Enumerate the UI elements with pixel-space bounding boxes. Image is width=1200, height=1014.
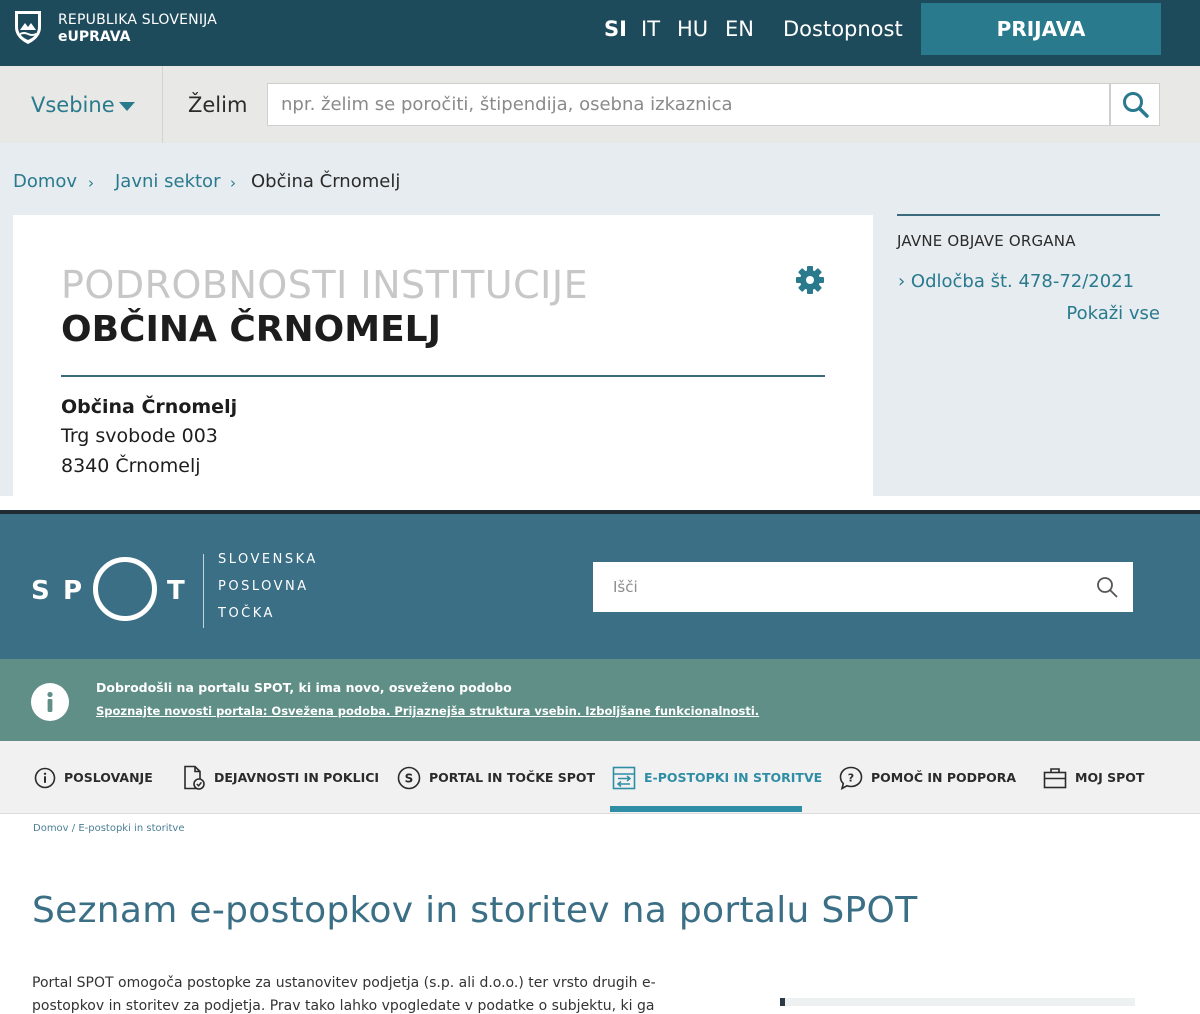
euprava-content: Domov › Javni sektor › Občina Črnomelj P… bbox=[0, 143, 1200, 496]
want-label: Želim bbox=[188, 93, 248, 117]
notice-banner: Dobrodošli na portalu SPOT, ki ima novo,… bbox=[0, 659, 1200, 741]
logo-tagline-3: TOČKA bbox=[218, 606, 275, 621]
breadcrumb-home-link[interactable]: Domov bbox=[13, 171, 77, 192]
language-it-link[interactable]: IT bbox=[641, 17, 660, 41]
contents-menu-button[interactable]: Vsebine bbox=[0, 66, 163, 143]
logo-letter-s: S bbox=[31, 576, 51, 606]
gear-icon[interactable] bbox=[794, 264, 826, 300]
nav-e-postopki[interactable]: E-POSTOPKI IN STORITVE bbox=[612, 741, 822, 814]
search-bar: Vsebine Želim bbox=[0, 66, 1200, 143]
page-title: PODROBNOSTI INSTITUCIJE bbox=[61, 263, 589, 307]
svg-text:?: ? bbox=[848, 771, 854, 784]
logo-letter-t: T bbox=[167, 576, 185, 606]
active-nav-indicator bbox=[610, 806, 802, 812]
nav-poslovanje[interactable]: POSLOVANJE bbox=[34, 741, 153, 814]
nav-label: POSLOVANJE bbox=[64, 770, 153, 785]
search-input[interactable] bbox=[267, 83, 1110, 126]
svg-text:S: S bbox=[405, 771, 414, 785]
intro-text-line-2: postopkov in storitev za podjetja. Prav … bbox=[32, 998, 655, 1014]
nav-label: PORTAL IN TOČKE SPOT bbox=[429, 770, 596, 785]
nav-portal[interactable]: S PORTAL IN TOČKE SPOT bbox=[397, 741, 595, 814]
notice-title: Dobrodošli na portalu SPOT, ki ima novo,… bbox=[96, 680, 512, 695]
sidebar-divider bbox=[897, 214, 1160, 216]
breadcrumb-separator: › bbox=[88, 174, 94, 192]
login-button[interactable]: PRIJAVA bbox=[921, 3, 1161, 55]
coat-of-arms-icon[interactable] bbox=[13, 9, 43, 49]
divider bbox=[61, 375, 825, 377]
main-navigation: POSLOVANJE DEJAVNOSTI IN POKLICI S PORTA… bbox=[0, 741, 1200, 814]
nav-label: E-POSTOPKI IN STORITVE bbox=[644, 770, 823, 785]
logo-text-euprava: eUPRAVA bbox=[58, 29, 131, 45]
intro-text-line-1: Portal SPOT omogoča postopke za ustanovi… bbox=[32, 975, 656, 991]
breadcrumb-current: Občina Črnomelj bbox=[251, 171, 401, 192]
language-en-link[interactable]: EN bbox=[725, 17, 754, 41]
nav-pomoc[interactable]: ? POMOČ IN PODPORA bbox=[839, 741, 1016, 814]
logo-divider bbox=[203, 554, 204, 628]
info-circle-icon bbox=[34, 767, 56, 788]
breadcrumb[interactable]: Domov / E-postopki in storitve bbox=[33, 823, 184, 834]
search-icon[interactable] bbox=[1096, 576, 1118, 598]
address-name: Občina Črnomelj bbox=[61, 396, 238, 418]
search-button[interactable] bbox=[1110, 83, 1160, 126]
breadcrumb-public-sector-link[interactable]: Javni sektor bbox=[115, 171, 220, 192]
question-bubble-icon: ? bbox=[839, 766, 863, 790]
contents-menu-label: Vsebine bbox=[31, 93, 115, 117]
side-panel bbox=[780, 998, 1135, 1006]
accessibility-link[interactable]: Dostopnost bbox=[783, 17, 903, 41]
euprava-header: REPUBLIKA SLOVENIJA eUPRAVA SI IT HU EN … bbox=[0, 0, 1200, 66]
notice-link[interactable]: Spoznajte novosti portala: Osvežena podo… bbox=[96, 704, 759, 718]
language-si-link[interactable]: SI bbox=[604, 17, 627, 41]
search-icon bbox=[1123, 92, 1149, 118]
screenshot-gap bbox=[0, 496, 1200, 510]
logo-tagline-1: SLOVENSKA bbox=[218, 552, 318, 567]
nav-moj-spot[interactable]: MOJ SPOT bbox=[1043, 741, 1144, 814]
spot-header: S P T SLOVENSKA POSLOVNA TOČKA bbox=[0, 514, 1200, 659]
institution-name: OBČINA ČRNOMELJ bbox=[61, 309, 442, 350]
nav-label: DEJAVNOSTI IN POKLICI bbox=[214, 770, 380, 785]
nav-label: MOJ SPOT bbox=[1075, 770, 1145, 785]
show-all-link[interactable]: Pokaži vse bbox=[1066, 303, 1160, 324]
nav-label: POMOČ IN PODPORA bbox=[871, 770, 1017, 785]
public-notices-title: JAVNE OBJAVE ORGANA bbox=[897, 232, 1076, 250]
address-street: Trg svobode 003 bbox=[61, 425, 218, 447]
logo-text-country: REPUBLIKA SLOVENIJA bbox=[58, 12, 218, 28]
address-city: 8340 Črnomelj bbox=[61, 455, 201, 477]
spot-search-input[interactable] bbox=[593, 562, 1133, 612]
caret-down-icon bbox=[119, 102, 135, 111]
public-notice-link[interactable]: › Odločba št. 478-72/2021 bbox=[898, 271, 1134, 292]
language-hu-link[interactable]: HU bbox=[677, 17, 708, 41]
logo-circle-icon bbox=[93, 557, 157, 621]
breadcrumb-separator: › bbox=[230, 174, 236, 192]
briefcase-icon bbox=[1043, 767, 1067, 788]
document-check-icon bbox=[184, 765, 205, 790]
logo-letter-p: P bbox=[63, 576, 83, 606]
page-title: Seznam e-postopkov in storitev na portal… bbox=[32, 890, 918, 931]
institution-card: PODROBNOSTI INSTITUCIJE OBČINA ČRNOMELJ bbox=[13, 215, 873, 496]
nav-dejavnosti[interactable]: DEJAVNOSTI IN POKLICI bbox=[182, 741, 379, 814]
transfer-icon bbox=[612, 766, 636, 789]
logo-tagline-2: POSLOVNA bbox=[218, 579, 309, 594]
info-icon bbox=[31, 683, 69, 721]
s-circle-icon: S bbox=[397, 766, 421, 789]
